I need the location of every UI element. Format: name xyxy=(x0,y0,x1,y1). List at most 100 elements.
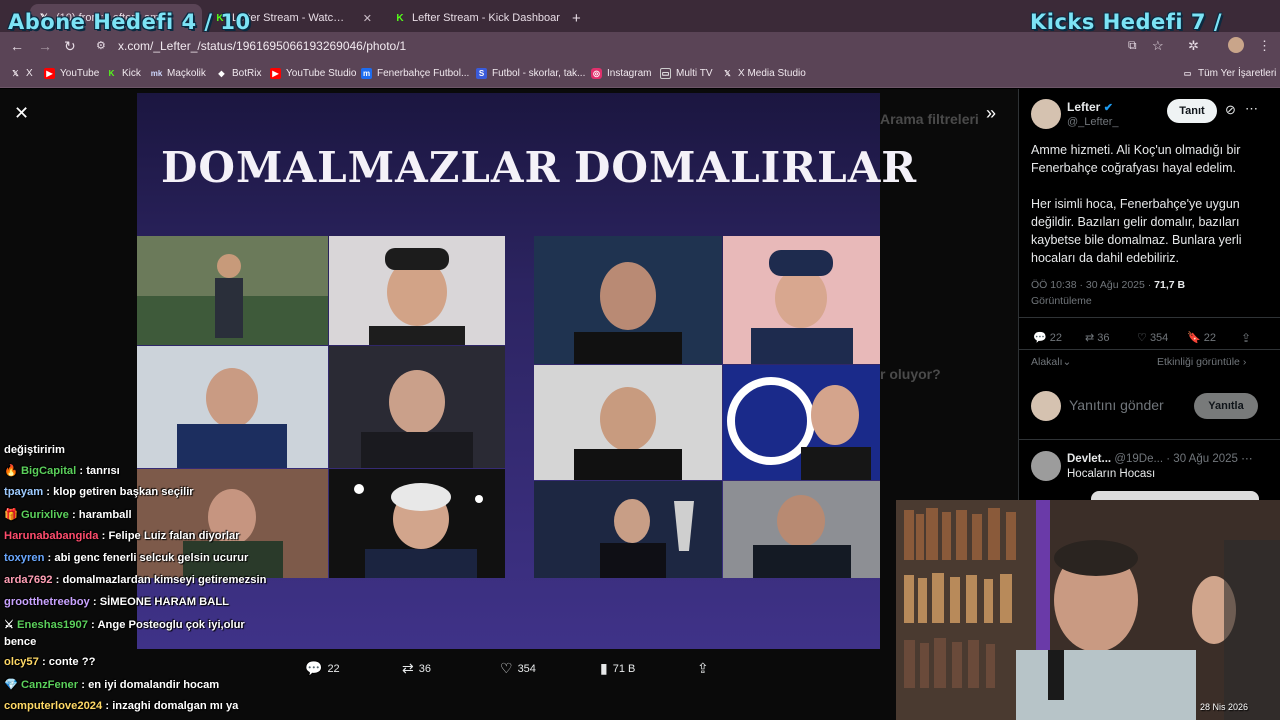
profile-avatar[interactable] xyxy=(1228,37,1244,53)
chat-username[interactable]: computerlove2024 xyxy=(4,700,102,712)
youtube-studio-icon: ▶ xyxy=(270,68,281,79)
chat-username[interactable]: BigCapital xyxy=(21,465,76,477)
bookmark-mackolik[interactable]: mk Maçkolik xyxy=(151,68,206,79)
verified-badge-icon: ✔ xyxy=(1103,102,1113,114)
chat-text: : klop getiren başkan seçilir xyxy=(46,486,194,498)
chat-message: Harunababangida : Felipe Luiz falan diyo… xyxy=(4,530,240,542)
chat-username[interactable]: grootthetreeboy xyxy=(4,596,90,608)
right-heading: DOMALIRLAR xyxy=(574,143,918,192)
grok-icon[interactable]: ⊘ xyxy=(1225,102,1236,118)
address-bar[interactable]: ⚙ x.com/_Lefter_/status/1961695066193269… xyxy=(88,36,1278,58)
chat-text: : Felipe Luiz falan diyorlar xyxy=(101,530,240,542)
media-views-button[interactable]: ▮ 71 B xyxy=(600,660,635,677)
close-tab-icon[interactable]: ✕ xyxy=(357,12,372,25)
sort-relevant-dropdown[interactable]: Alakalı⌄ xyxy=(1031,356,1071,368)
chat-text: değiştiririm xyxy=(4,444,65,456)
more-icon[interactable]: ⋯ xyxy=(1245,101,1258,117)
reload-icon[interactable]: ↻ xyxy=(64,38,76,55)
bookmark-botrix[interactable]: ◆ BotRix xyxy=(216,68,261,79)
chat-username[interactable]: Harunababangida xyxy=(4,530,99,542)
media-like-button[interactable]: ♡ 354 xyxy=(500,660,536,677)
bookmark-count[interactable]: 🔖 22 xyxy=(1187,331,1216,344)
back-icon[interactable]: ← xyxy=(10,38,24,54)
coach-photo xyxy=(534,365,722,480)
more-icon[interactable]: ⋯ xyxy=(1241,453,1253,465)
follow-button[interactable]: Tanıt xyxy=(1167,99,1217,123)
close-viewer-icon[interactable]: ✕ xyxy=(14,103,29,124)
divider xyxy=(1019,439,1280,440)
chat-username[interactable]: Eneshas1907 xyxy=(17,619,88,631)
tab-kick-dashboard[interactable]: K Lefter Stream - Kick Dashboard ✕ xyxy=(386,4,560,32)
kick-logo-icon: K xyxy=(396,12,404,24)
bookmark-flashscore[interactable]: S Futbol - skorlar, tak... xyxy=(476,68,585,79)
chat-text: : SİMEONE HARAM BALL xyxy=(92,596,229,608)
tweet-paragraph: Amme hizmeti. Ali Koç'un olmadığı bir Fe… xyxy=(1031,143,1241,175)
reply-text: Hocaların Hocası xyxy=(1067,468,1156,480)
bookmark-x[interactable]: 𝕏X xyxy=(10,68,32,79)
folder-icon: ▭ xyxy=(1183,69,1192,78)
reply-author-avatar[interactable] xyxy=(1031,451,1061,481)
bookmark-youtube-studio[interactable]: ▶ YouTube Studio xyxy=(270,68,356,79)
like-count[interactable]: ♡ 354 xyxy=(1137,331,1168,344)
media-share-button[interactable]: ⇪ xyxy=(697,660,714,677)
chat-message: 💎 CanzFener : en iyi domalandir hocam xyxy=(4,678,219,691)
heart-icon: ♡ xyxy=(500,660,513,676)
coach-photo xyxy=(137,236,328,345)
forward-icon[interactable]: → xyxy=(38,38,52,54)
chevron-right-icon: › xyxy=(1242,356,1247,368)
coach-photo xyxy=(329,236,505,345)
all-bookmarks[interactable]: ▭ Tüm Yer İşaretleri xyxy=(1182,68,1277,79)
chat-username[interactable]: CanzFener xyxy=(21,679,78,691)
bookmark-multitv[interactable]: ▭ Multi TV xyxy=(660,68,713,79)
chat-username[interactable]: toxyren xyxy=(4,552,44,564)
views-chart-icon: ▮ xyxy=(600,660,608,676)
view-activity-link[interactable]: Etkinliği görüntüle › xyxy=(1157,356,1246,368)
coach-photo xyxy=(329,469,505,578)
expand-panel-icon[interactable]: » xyxy=(986,103,996,124)
author-name[interactable]: Lefter ✔ xyxy=(1067,100,1113,114)
extensions-icon[interactable]: ✲ xyxy=(1188,38,1199,54)
bookmark-icon: 🔖 xyxy=(1187,332,1201,344)
chat-badge-icon: 🔥 xyxy=(4,465,18,477)
author-avatar[interactable] xyxy=(1031,99,1061,129)
reply-icon: 💬 xyxy=(305,660,323,676)
bookmark-fenerbahce[interactable]: m Fenerbahçe Futbol... xyxy=(361,68,469,79)
reply-count[interactable]: 💬 22 xyxy=(1033,331,1062,344)
chat-message: 🔥 BigCapital : tanrısı xyxy=(4,464,120,477)
chat-message: tpayam : klop getiren başkan seçilir xyxy=(4,486,194,498)
chat-username[interactable]: Gurixlive xyxy=(21,509,69,521)
chat-badge-icon: 🎁 xyxy=(4,509,18,521)
tweet-image[interactable]: DOMALMAZLAR DOMALIRLAR xyxy=(137,93,916,649)
share-icon[interactable]: ⇪ xyxy=(1241,331,1251,345)
chat-badge-icon: 💎 xyxy=(4,679,18,691)
bookmarks-bar: 𝕏X ▶ YouTube K Kick mk Maçkolik ◆ BotRix ▶ Yo… xyxy=(0,62,1280,88)
media-repost-button[interactable]: ⇄ 36 xyxy=(402,660,431,677)
chat-username[interactable]: olcy57 xyxy=(4,656,39,668)
bookmark-youtube[interactable]: ▶ YouTube xyxy=(44,68,99,79)
chat-badge-icon: ⚔ xyxy=(4,619,15,631)
bookmark-kick[interactable]: K Kick xyxy=(106,68,141,79)
repost-icon: ⇄ xyxy=(1085,332,1095,344)
reply-button[interactable]: Yanıtla xyxy=(1194,393,1258,419)
chat-username[interactable]: arda7692 xyxy=(4,574,53,586)
install-icon[interactable]: ⧉ xyxy=(1128,38,1137,53)
coach-photo xyxy=(534,236,722,364)
chat-username[interactable]: tpayam xyxy=(4,486,43,498)
reply-input[interactable]: Yanıtını gönder xyxy=(1069,397,1164,413)
bookmark-instagram[interactable]: ◎ Instagram xyxy=(591,68,651,79)
botrix-logo-icon: ◆ xyxy=(218,69,225,78)
tab-title: Lefter Stream - Kick Dashboard xyxy=(412,12,560,24)
new-tab-button[interactable]: + xyxy=(564,4,588,32)
site-info-icon[interactable]: ⚙ xyxy=(96,39,106,52)
m-logo-icon: m xyxy=(361,68,372,79)
repost-count[interactable]: ⇄ 36 xyxy=(1085,331,1110,344)
bookmark-x-media-studio[interactable]: 𝕏X Media Studio xyxy=(722,68,806,79)
media-reply-button[interactable]: 💬 22 xyxy=(305,660,340,677)
repost-icon: ⇄ xyxy=(402,660,414,676)
background-search-filters: Arama filtreleri xyxy=(880,111,979,127)
reply-icon: 💬 xyxy=(1033,332,1047,344)
chat-message: ⚔ Eneshas1907 : Ange Posteoglu çok iyi,ol… xyxy=(4,618,245,631)
bookmark-star-icon[interactable]: ☆ xyxy=(1152,38,1164,54)
menu-icon[interactable]: ⋮ xyxy=(1258,38,1271,54)
divider xyxy=(1019,317,1280,318)
